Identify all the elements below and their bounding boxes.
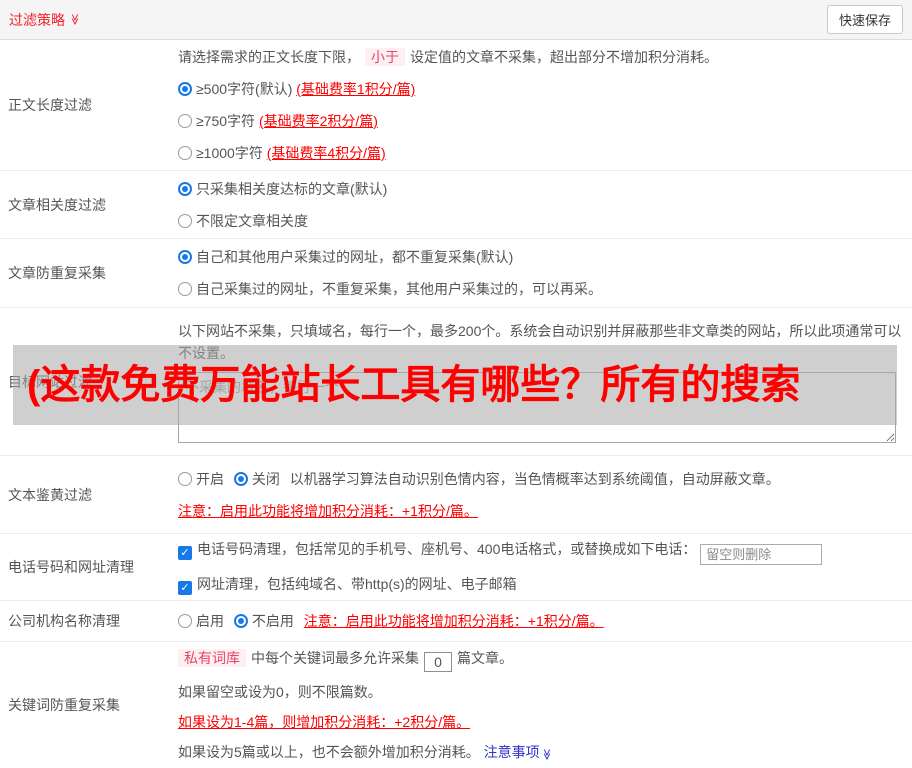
section-label-keyword-dedup: 关键词防重复采集 (0, 642, 178, 768)
section-relevance: 文章相关度过滤 只采集相关度达标的文章(默认) 不限定文章相关度 (0, 170, 912, 238)
chevron-down-icon: ≫ (540, 749, 551, 761)
radio-porn-on[interactable] (178, 472, 192, 486)
radio-relevance-strict[interactable] (178, 182, 192, 196)
radio-dedup-all-users[interactable] (178, 250, 192, 264)
body-length-intro: 请选择需求的正文长度下限，小于设定值的文章不采集，超出部分不增加积分消耗。 (178, 47, 904, 67)
page-title[interactable]: 过滤策略 ≫ (9, 10, 80, 30)
company-clean-note: 注意：启用此功能将增加积分消耗：+1积分/篇。 (304, 613, 604, 629)
radio-dedup-self-only[interactable] (178, 282, 192, 296)
section-target-site: 目标网站过滤 以下网站不采集，只填域名，每行一个，最多200个。系统会自动识别并… (0, 307, 912, 455)
keyword-dedup-line3: 如果设为1-4篇，则增加积分消耗：+2积分/篇。 (178, 712, 904, 732)
section-body-length: 正文长度过滤 请选择需求的正文长度下限，小于设定值的文章不采集，超出部分不增加积… (0, 40, 912, 170)
keyword-dedup-line4: 如果设为5篇或以上，也不会额外增加积分消耗。 注意事项≫ (178, 742, 904, 762)
section-label-relevance: 文章相关度过滤 (0, 171, 178, 238)
body-length-option-500: ≥500字符(默认) (基础费率1积分/篇) (178, 79, 904, 99)
less-than-badge: 小于 (365, 48, 405, 66)
radio-company-on[interactable] (178, 614, 192, 628)
keyword-dedup-line2: 如果留空或设为0，则不限篇数。 (178, 682, 904, 702)
section-phone-url-clean: 电话号码和网址清理 电话号码清理，包括常见的手机号、座机号、400电话格式，或替… (0, 533, 912, 600)
keyword-dedup-line1: 私有词库中每个关键词最多允许采集篇文章。 (178, 648, 904, 672)
target-site-description: 以下网站不采集，只填域名，每行一个，最多200个。系统会自动识别并屏蔽那些非文章… (178, 320, 904, 364)
porn-filter-note: 注意：启用此功能将增加积分消耗：+1积分/篇。 (178, 501, 904, 521)
filter-settings-page: 过滤策略 ≫ 快速保存 正文长度过滤 请选择需求的正文长度下限，小于设定值的文章… (0, 0, 912, 768)
url-dedup-option-2: 自己采集过的网址，不重复采集，其他用户采集过的，可以再采。 (178, 279, 904, 299)
url-dedup-option-1: 自己和其他用户采集过的网址，都不重复采集(默认) (178, 247, 904, 267)
section-label-porn-filter: 文本鉴黄过滤 (0, 456, 178, 533)
fee-note-750: (基础费率2积分/篇) (259, 113, 378, 129)
company-clean-options: 启用 不启用 注意：启用此功能将增加积分消耗：+1积分/篇。 (178, 611, 904, 631)
porn-filter-description: 以机器学习算法自动识别色情内容，当色情概率达到系统阈值，自动屏蔽文章。 (290, 471, 780, 487)
checkbox-url-clean[interactable] (178, 581, 192, 595)
radio-porn-off[interactable] (234, 472, 248, 486)
section-url-dedup: 文章防重复采集 自己和其他用户采集过的网址，都不重复采集(默认) 自己采集过的网… (0, 238, 912, 307)
section-label-company-clean: 公司机构名称清理 (0, 601, 178, 641)
section-label-url-dedup: 文章防重复采集 (0, 239, 178, 307)
url-clean-line: 网址清理，包括纯域名、带http(s)的网址、电子邮箱 (178, 574, 904, 595)
phone-clean-line: 电话号码清理，包括常见的手机号、座机号、400电话格式，或替换成如下电话： (178, 539, 904, 565)
radio-relevance-any[interactable] (178, 214, 192, 228)
radio-body-length-750[interactable] (178, 114, 192, 128)
section-label-phone-url-clean: 电话号码和网址清理 (0, 534, 178, 600)
section-label-body-length: 正文长度过滤 (0, 40, 178, 170)
radio-body-length-500[interactable] (178, 82, 192, 96)
notes-link[interactable]: 注意事项≫ (484, 744, 552, 760)
radio-company-off[interactable] (234, 614, 248, 628)
body-length-option-750: ≥750字符 (基础费率2积分/篇) (178, 111, 904, 131)
replacement-phone-input[interactable] (700, 544, 822, 565)
section-keyword-dedup: 关键词防重复采集 私有词库中每个关键词最多允许采集篇文章。 如果留空或设为0，则… (0, 641, 912, 768)
chevron-down-icon: ≫ (68, 14, 79, 26)
max-articles-input[interactable] (424, 652, 452, 672)
page-title-text: 过滤策略 (9, 10, 65, 30)
fee-note-500: (基础费率1积分/篇) (296, 81, 415, 97)
quick-save-button[interactable]: 快速保存 (827, 5, 903, 34)
top-bar: 过滤策略 ≫ 快速保存 (0, 0, 912, 40)
private-lexicon-badge: 私有词库 (178, 649, 246, 667)
relevance-option-2: 不限定文章相关度 (178, 211, 904, 231)
radio-body-length-1000[interactable] (178, 146, 192, 160)
blocked-domains-textarea[interactable] (178, 372, 896, 443)
section-company-clean: 公司机构名称清理 启用 不启用 注意：启用此功能将增加积分消耗：+1积分/篇。 (0, 600, 912, 641)
section-label-target-site: 目标网站过滤 (0, 308, 178, 455)
checkbox-phone-clean[interactable] (178, 546, 192, 560)
fee-note-1000: (基础费率4积分/篇) (267, 145, 386, 161)
porn-filter-options: 开启 关闭 以机器学习算法自动识别色情内容，当色情概率达到系统阈值，自动屏蔽文章… (178, 469, 904, 489)
relevance-option-1: 只采集相关度达标的文章(默认) (178, 179, 904, 199)
body-length-option-1000: ≥1000字符 (基础费率4积分/篇) (178, 143, 904, 163)
section-porn-filter: 文本鉴黄过滤 开启 关闭 以机器学习算法自动识别色情内容，当色情概率达到系统阈值… (0, 455, 912, 533)
